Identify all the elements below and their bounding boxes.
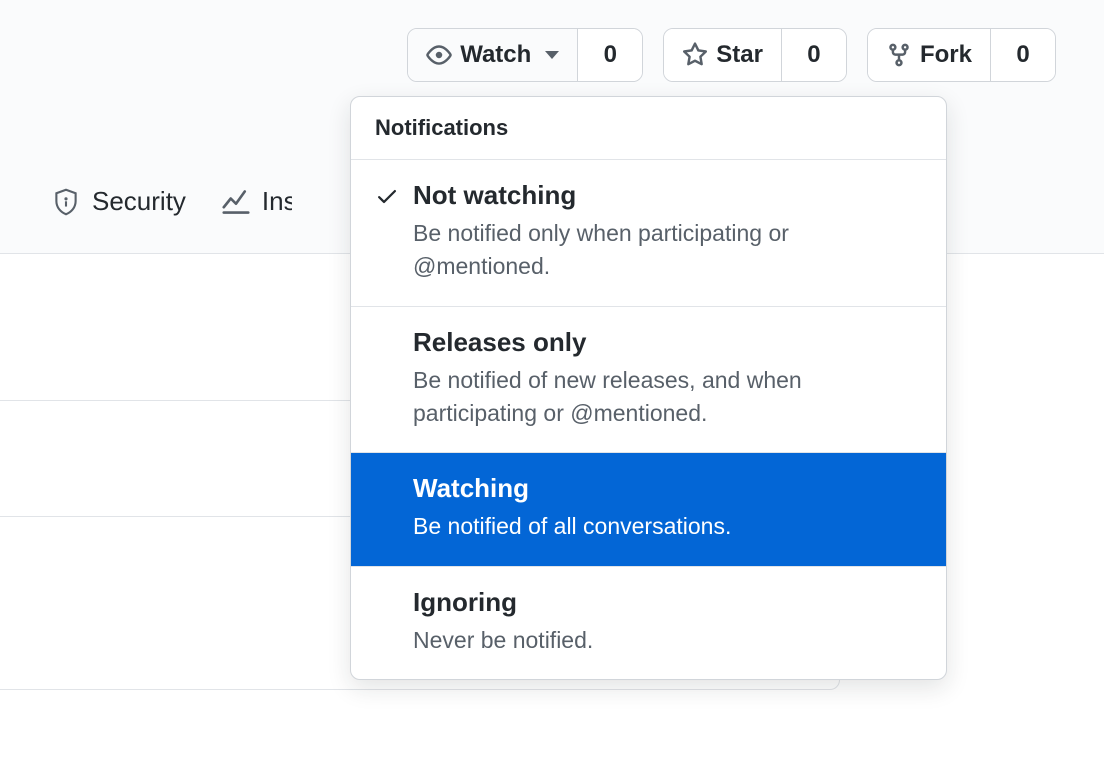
check-column bbox=[375, 180, 413, 284]
item-desc: Be notified of all conversations. bbox=[413, 510, 922, 543]
item-title: Releases only bbox=[413, 327, 922, 358]
fork-count[interactable]: 0 bbox=[991, 29, 1055, 81]
item-text: Ignoring Never be notified. bbox=[413, 587, 922, 657]
star-icon bbox=[682, 42, 708, 68]
fork-icon bbox=[886, 42, 912, 68]
tab-security[interactable]: Security bbox=[52, 186, 186, 217]
check-icon bbox=[375, 184, 399, 208]
item-text: Watching Be notified of all conversation… bbox=[413, 473, 922, 543]
tab-insights[interactable]: Insights bbox=[222, 186, 292, 217]
watch-button[interactable]: Watch bbox=[408, 29, 578, 81]
dropdown-header: Notifications bbox=[351, 97, 946, 160]
item-desc: Be notified only when participating or @… bbox=[413, 217, 922, 284]
fork-label: Fork bbox=[920, 41, 972, 69]
item-title: Watching bbox=[413, 473, 922, 504]
item-text: Not watching Be notified only when parti… bbox=[413, 180, 922, 284]
watch-button-group: Watch 0 bbox=[407, 28, 643, 82]
dropdown-item-not-watching[interactable]: Not watching Be notified only when parti… bbox=[351, 160, 946, 307]
check-column bbox=[375, 587, 413, 657]
graph-icon bbox=[222, 188, 250, 216]
tab-insights-label: Insights bbox=[262, 186, 292, 217]
star-button-group: Star 0 bbox=[663, 28, 847, 82]
shield-icon bbox=[52, 188, 80, 216]
repo-action-bar: Watch 0 Star 0 Fork 0 bbox=[407, 28, 1056, 82]
check-column bbox=[375, 327, 413, 431]
eye-icon bbox=[426, 42, 452, 68]
dropdown-item-watching[interactable]: Watching Be notified of all conversation… bbox=[351, 453, 946, 566]
dropdown-item-ignoring[interactable]: Ignoring Never be notified. bbox=[351, 567, 946, 679]
fork-button-group: Fork 0 bbox=[867, 28, 1056, 82]
caret-down-icon bbox=[545, 51, 559, 59]
star-label: Star bbox=[716, 41, 763, 69]
star-count[interactable]: 0 bbox=[782, 29, 846, 81]
item-desc: Be notified of new releases, and when pa… bbox=[413, 364, 922, 431]
watch-count[interactable]: 0 bbox=[578, 29, 642, 81]
dropdown-item-releases-only[interactable]: Releases only Be notified of new release… bbox=[351, 307, 946, 454]
item-title: Not watching bbox=[413, 180, 922, 211]
repo-nav-tabs: Security Insights bbox=[52, 186, 292, 217]
star-button[interactable]: Star bbox=[664, 29, 782, 81]
item-title: Ignoring bbox=[413, 587, 922, 618]
notifications-dropdown: Notifications Not watching Be notified o… bbox=[350, 96, 947, 680]
item-text: Releases only Be notified of new release… bbox=[413, 327, 922, 431]
watch-label: Watch bbox=[460, 41, 531, 69]
item-desc: Never be notified. bbox=[413, 624, 922, 657]
tab-security-label: Security bbox=[92, 186, 186, 217]
check-column bbox=[375, 473, 413, 543]
fork-button[interactable]: Fork bbox=[868, 29, 991, 81]
